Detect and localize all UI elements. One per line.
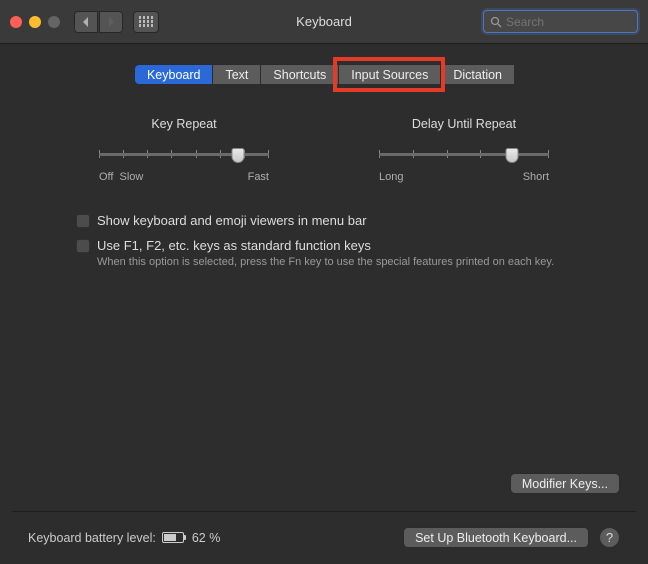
tab-text[interactable]: Text (212, 64, 260, 85)
show-all-button[interactable] (133, 11, 159, 33)
tabs: Keyboard Text Shortcuts Input Sources Di… (28, 64, 620, 85)
zoom-window (48, 16, 60, 28)
delay-label: Delay Until Repeat (379, 117, 549, 131)
tab-dictation[interactable]: Dictation (440, 64, 514, 85)
search-field[interactable] (483, 10, 638, 33)
show-viewers-row: Show keyboard and emoji viewers in menu … (76, 213, 620, 228)
separator (12, 511, 636, 512)
window-title: Keyboard (296, 14, 352, 29)
search-icon (490, 16, 502, 28)
main-panel: Keyboard Text Shortcuts Input Sources Di… (0, 44, 648, 268)
battery-value: 62 % (192, 531, 221, 545)
fn-keys-checkbox[interactable] (76, 239, 90, 253)
window-controls (10, 16, 60, 28)
delay-slider[interactable] (379, 147, 549, 165)
fn-keys-sublabel: When this option is selected, press the … (97, 256, 554, 268)
close-window[interactable] (10, 16, 22, 28)
tab-keyboard[interactable]: Keyboard (134, 64, 213, 85)
delay-block: Delay Until Repeat Long Short (379, 117, 549, 183)
back-button[interactable] (74, 11, 98, 33)
delay-long-label: Long (379, 171, 403, 183)
battery-label: Keyboard battery level: (28, 531, 156, 545)
key-repeat-label: Key Repeat (99, 117, 269, 131)
forward-button (99, 11, 123, 33)
bluetooth-keyboard-button[interactable]: Set Up Bluetooth Keyboard... (403, 527, 589, 548)
delay-short-label: Short (523, 171, 549, 183)
footer: Keyboard battery level: 62 % Set Up Blue… (28, 527, 620, 548)
key-repeat-thumb[interactable] (232, 148, 245, 163)
tab-shortcuts[interactable]: Shortcuts (260, 64, 338, 85)
key-repeat-block: Key Repeat Off Slow Fast (99, 117, 269, 183)
show-viewers-checkbox[interactable] (76, 214, 90, 228)
options: Show keyboard and emoji viewers in menu … (28, 213, 620, 268)
fn-keys-label: Use F1, F2, etc. keys as standard functi… (97, 238, 554, 253)
titlebar: Keyboard (0, 0, 648, 44)
sliders-row: Key Repeat Off Slow Fast Delay Until Rep… (28, 117, 620, 183)
modifier-keys-button[interactable]: Modifier Keys... (510, 473, 620, 494)
tab-input-sources[interactable]: Input Sources (338, 64, 440, 85)
search-input[interactable] (506, 15, 648, 29)
battery-icon (162, 532, 186, 543)
fn-keys-row: Use F1, F2, etc. keys as standard functi… (76, 238, 620, 268)
help-button[interactable]: ? (599, 527, 620, 548)
key-repeat-slow-label: Slow (119, 171, 143, 183)
nav-buttons (74, 11, 123, 33)
key-repeat-off-label: Off (99, 171, 113, 183)
minimize-window[interactable] (29, 16, 41, 28)
show-viewers-label: Show keyboard and emoji viewers in menu … (97, 213, 367, 228)
delay-thumb[interactable] (505, 148, 518, 163)
key-repeat-slider[interactable] (99, 147, 269, 165)
key-repeat-fast-label: Fast (248, 171, 269, 183)
